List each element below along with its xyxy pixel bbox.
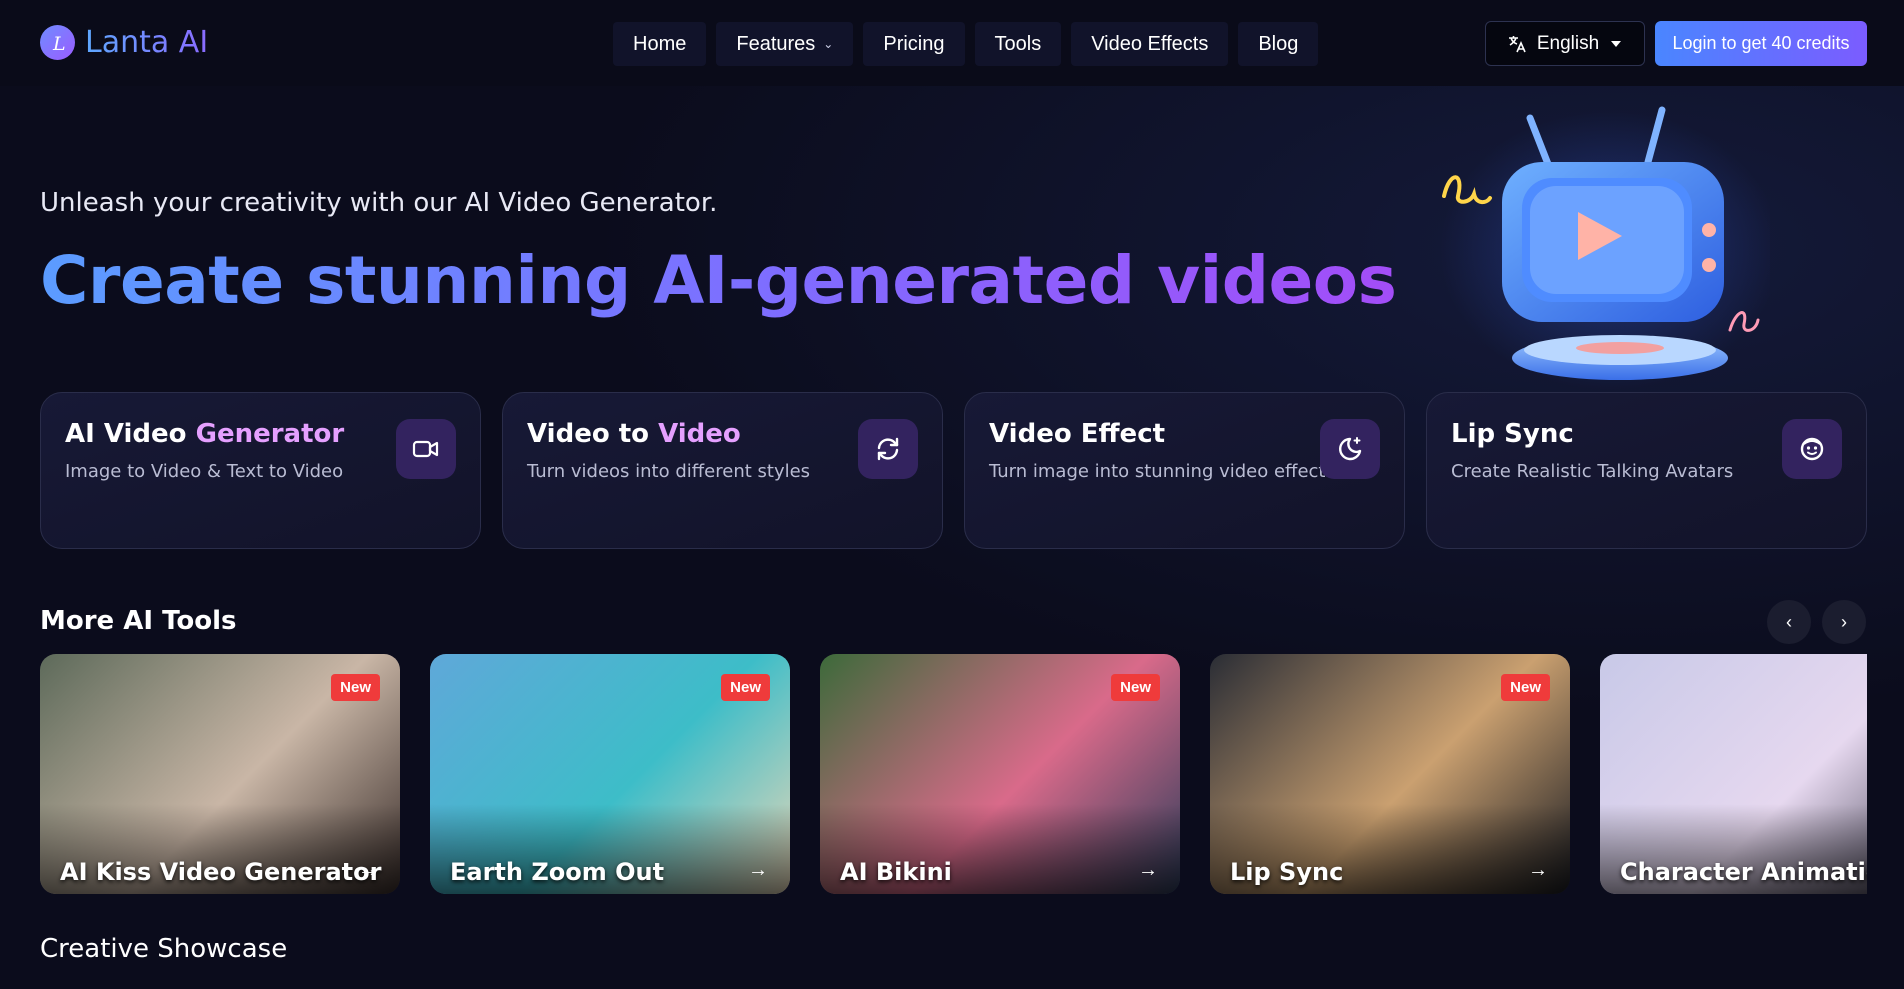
nav-pricing[interactable]: Pricing — [863, 22, 965, 66]
nav-blog-label: Blog — [1258, 32, 1299, 55]
new-badge: New — [1111, 674, 1160, 701]
tool-card-ai-kiss[interactable]: New AI Kiss Video Generator → — [40, 654, 400, 894]
nav-blog[interactable]: Blog — [1238, 22, 1319, 66]
creative-showcase-title: Creative Showcase — [40, 934, 288, 964]
feature-title-accent: Generator — [195, 419, 345, 449]
hero-title: Create stunning AI-generated videos — [40, 242, 1397, 319]
nav-tools-label: Tools — [994, 32, 1042, 55]
tool-card-earth-zoom-out[interactable]: New Earth Zoom Out → — [430, 654, 790, 894]
tv-play-illustration — [1440, 106, 1770, 390]
language-selector[interactable]: English — [1485, 21, 1645, 66]
nav-video-effects[interactable]: Video Effects — [1071, 22, 1229, 66]
carousel-next-button[interactable]: › — [1822, 600, 1866, 644]
brand-name: Lanta AI — [85, 25, 209, 60]
smiley-face-icon — [1782, 419, 1842, 479]
feature-title-main: Lip Sync — [1451, 419, 1574, 449]
nav-pricing-label: Pricing — [883, 32, 945, 55]
caret-down-icon — [1611, 40, 1622, 47]
tool-card-label: AI Bikini — [840, 858, 952, 886]
nav-features-label: Features — [736, 32, 816, 55]
video-camera-icon — [396, 419, 456, 479]
feature-title-accent: Video — [658, 419, 741, 449]
new-badge: New — [721, 674, 770, 701]
arrow-right-icon: → — [1528, 859, 1548, 881]
chevron-left-icon: ‹ — [1786, 611, 1792, 632]
feature-card-video-to-video[interactable]: Video to Video Turn videos into differen… — [502, 392, 943, 549]
tool-card-label: AI Kiss Video Generator — [60, 858, 382, 886]
feature-card-video-effect[interactable]: Video Effect Turn image into stunning vi… — [964, 392, 1405, 549]
main-nav: Home Features ⌄ Pricing Tools Video Effe… — [613, 22, 1319, 66]
tools-carousel: New AI Kiss Video Generator → New Earth … — [40, 654, 1867, 894]
nav-tools[interactable]: Tools — [974, 22, 1062, 66]
carousel-prev-button[interactable]: ‹ — [1767, 600, 1811, 644]
nav-home-label: Home — [633, 32, 687, 55]
language-label: English — [1536, 32, 1600, 54]
chevron-right-icon: › — [1841, 611, 1847, 632]
tool-card-character-animation[interactable]: Character Animation — [1600, 654, 1867, 894]
feature-title-main: AI Video — [65, 419, 187, 449]
login-button[interactable]: Login to get 40 credits — [1655, 21, 1867, 66]
feature-cards: AI Video Generator Image to Video & Text… — [40, 392, 1867, 549]
nav-home[interactable]: Home — [613, 22, 707, 66]
arrow-right-icon: → — [1138, 859, 1158, 881]
tool-card-label: Character Animation — [1620, 858, 1867, 886]
new-badge: New — [331, 674, 380, 701]
brand-logo-icon: L — [40, 25, 75, 60]
new-badge: New — [1501, 674, 1550, 701]
feature-card-lip-sync[interactable]: Lip Sync Create Realistic Talking Avatar… — [1426, 392, 1867, 549]
arrow-right-icon: → — [748, 859, 768, 881]
moon-sparkle-icon — [1320, 419, 1380, 479]
more-tools-title: More AI Tools — [40, 606, 237, 636]
tool-card-lip-sync[interactable]: New Lip Sync → — [1210, 654, 1570, 894]
arrow-right-icon: → — [358, 859, 378, 881]
feature-title-main: Video to — [527, 419, 650, 449]
nav-features[interactable]: Features ⌄ — [716, 22, 854, 66]
tool-card-ai-bikini[interactable]: New AI Bikini → — [820, 654, 1180, 894]
chevron-down-icon: ⌄ — [823, 37, 834, 51]
page: L Lanta AI Home Features ⌄ Pricing Tools… — [0, 0, 1904, 989]
tool-card-label: Earth Zoom Out — [450, 858, 665, 886]
feature-title-main: Video Effect — [989, 419, 1166, 449]
refresh-icon — [858, 419, 918, 479]
tool-card-label: Lip Sync — [1230, 858, 1344, 886]
brand[interactable]: L Lanta AI — [40, 25, 208, 60]
hero-tagline: Unleash your creativity with our AI Vide… — [40, 188, 718, 218]
feature-card-ai-video-generator[interactable]: AI Video Generator Image to Video & Text… — [40, 392, 481, 549]
brand-logo-letter: L — [52, 33, 66, 55]
nav-video-effects-label: Video Effects — [1091, 32, 1209, 55]
top-navbar: L Lanta AI Home Features ⌄ Pricing Tools… — [0, 0, 1904, 86]
translate-icon — [1508, 35, 1526, 52]
